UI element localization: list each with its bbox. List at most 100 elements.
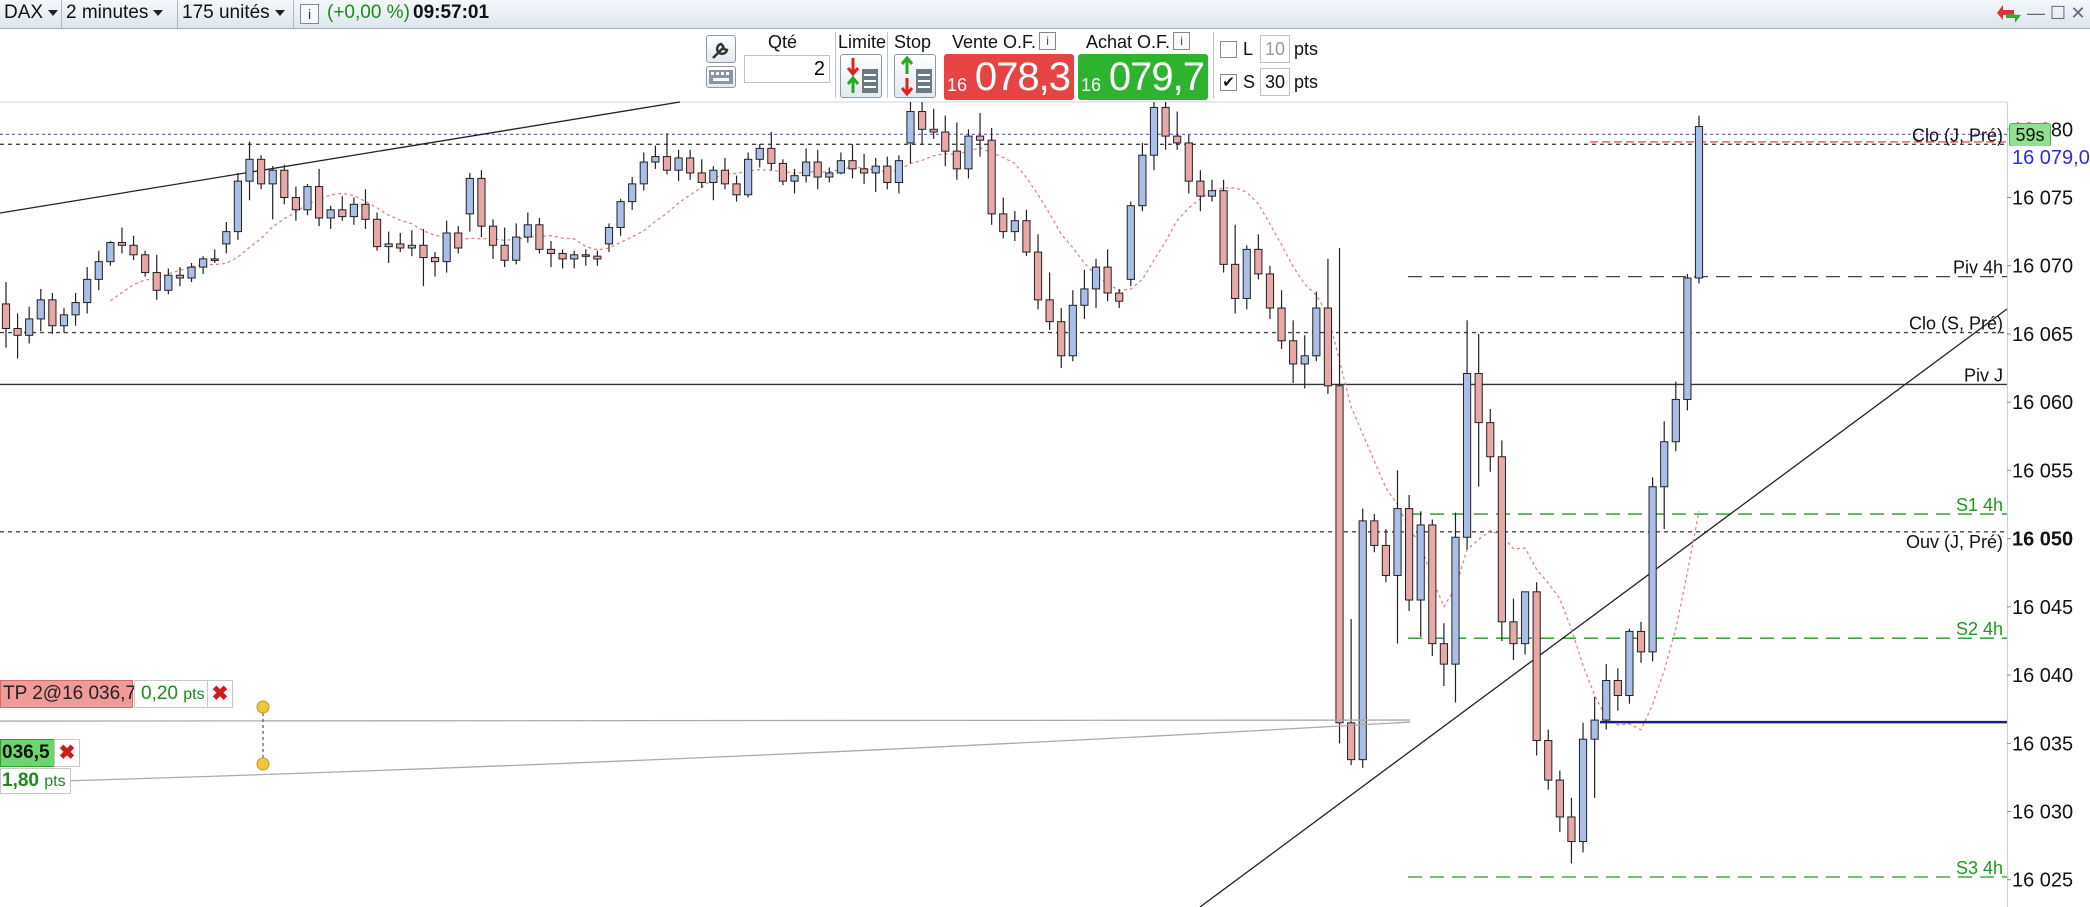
candle-up	[1416, 524, 1425, 601]
candle-down	[1555, 779, 1564, 818]
level-label-ouv-j: Ouv (J, Pré)	[1906, 532, 2003, 552]
candle-down	[1613, 680, 1622, 697]
trendline-lower	[1199, 308, 2008, 907]
candle-down	[175, 274, 185, 279]
candle-down	[48, 299, 57, 327]
candle-up	[1648, 486, 1657, 653]
candle-down	[1544, 740, 1553, 781]
candle-up	[512, 236, 521, 261]
candle-up	[245, 158, 254, 182]
price-axis: 16 08016 07516 07016 06516 06016 05516 0…	[2007, 119, 2073, 892]
moving-average-line	[110, 147, 1700, 731]
candle-up	[709, 169, 718, 183]
candle-up	[964, 135, 973, 170]
candle-down	[778, 162, 788, 182]
candle-down	[999, 213, 1008, 233]
candle-down	[257, 158, 266, 185]
axis-tick-label: 16 050	[2012, 529, 2073, 551]
candle-down	[454, 232, 463, 249]
candle-down	[1428, 524, 1437, 645]
candle-down	[1196, 180, 1205, 197]
level-label-s1-4h: S1 4h	[1956, 495, 2003, 515]
axis-tick-label: 16 035	[2012, 733, 2073, 755]
candle-up	[83, 278, 92, 304]
candle-up	[1068, 304, 1077, 357]
candle-up	[639, 161, 648, 185]
candle-up	[1393, 508, 1402, 576]
candle-down	[1219, 190, 1228, 265]
candle-down	[152, 272, 161, 291]
candle-up	[233, 180, 243, 233]
level-label-s2-4h: S2 4h	[1956, 619, 2003, 639]
close-icon[interactable]: ✖	[54, 739, 80, 767]
candle-up	[36, 299, 45, 320]
candle-up	[1694, 126, 1704, 279]
candle-up	[1660, 441, 1669, 488]
candle-down	[430, 257, 440, 263]
candle-up	[442, 232, 451, 263]
take-profit-tag[interactable]: TP 2@16 036,7	[0, 680, 136, 708]
level-label-s3-4h: S3 4h	[1956, 858, 2003, 878]
candle-down	[1033, 251, 1043, 301]
last-price-label: 16 079,0	[2009, 146, 2090, 170]
candle-down	[662, 156, 672, 171]
candle-up	[59, 314, 69, 327]
take-profit-pts: 0,20 pts	[134, 680, 212, 708]
candle-down	[697, 172, 706, 184]
candle-down	[1289, 340, 1298, 365]
candle-up	[303, 186, 312, 211]
candle-down	[581, 254, 590, 257]
candle-up	[790, 175, 799, 182]
stop-tag[interactable]: 036,5	[0, 739, 55, 767]
candle-down	[314, 186, 324, 219]
candle-down	[1486, 422, 1495, 458]
candle-up	[1602, 680, 1611, 721]
candle-down	[13, 327, 22, 336]
candle-up	[1578, 738, 1588, 843]
axis-tick-label: 16 060	[2012, 392, 2073, 414]
candle-up	[1149, 106, 1159, 156]
candle-up	[1080, 288, 1089, 306]
candle-up	[1312, 307, 1321, 357]
tp-handle	[256, 700, 270, 714]
candle-down	[1347, 722, 1356, 761]
candle-down	[129, 244, 138, 256]
level-label-piv-4h: Piv 4h	[1953, 258, 2003, 278]
candle-up	[1451, 536, 1460, 665]
candle-up	[1520, 591, 1530, 645]
candle-down	[1532, 591, 1541, 742]
candle-up	[1242, 248, 1251, 299]
candle-up	[674, 157, 683, 171]
candle-up	[744, 158, 753, 196]
trendline-upper	[0, 101, 681, 214]
axis-tick-label: 16 065	[2012, 324, 2073, 346]
candle-up	[164, 274, 173, 291]
candle-up	[25, 318, 34, 336]
candle-up	[1300, 355, 1309, 365]
candle-up	[1207, 190, 1217, 197]
candle-up	[616, 201, 625, 229]
axis-tick-label: 16 045	[2012, 597, 2073, 619]
price-chart[interactable]: Clo (J, Pré) Piv 4h Clo (S, Pré) Piv J S1 4h…	[0, 0, 2090, 907]
candle-down	[488, 225, 498, 246]
candle-down	[1335, 385, 1344, 724]
candle-down	[929, 128, 938, 133]
candle-timer: 59s	[2009, 123, 2051, 147]
candles	[1, 102, 1704, 864]
axis-tick-label: 16 075	[2012, 188, 2073, 210]
candle-up	[1683, 277, 1692, 400]
candle-up	[384, 243, 393, 248]
candle-up	[349, 203, 358, 218]
candle-up	[222, 231, 231, 245]
axis-tick-label: 16 040	[2012, 665, 2073, 687]
candle-down	[210, 258, 219, 261]
candle-down	[1567, 816, 1576, 843]
candle-down	[117, 242, 127, 246]
candle-up	[1138, 154, 1147, 207]
close-icon[interactable]: ✖	[207, 680, 233, 708]
candle-down	[1115, 292, 1124, 302]
candle-up	[465, 177, 474, 215]
candle-up	[326, 209, 335, 219]
candle-down	[860, 168, 869, 174]
candle-down	[1254, 248, 1263, 275]
